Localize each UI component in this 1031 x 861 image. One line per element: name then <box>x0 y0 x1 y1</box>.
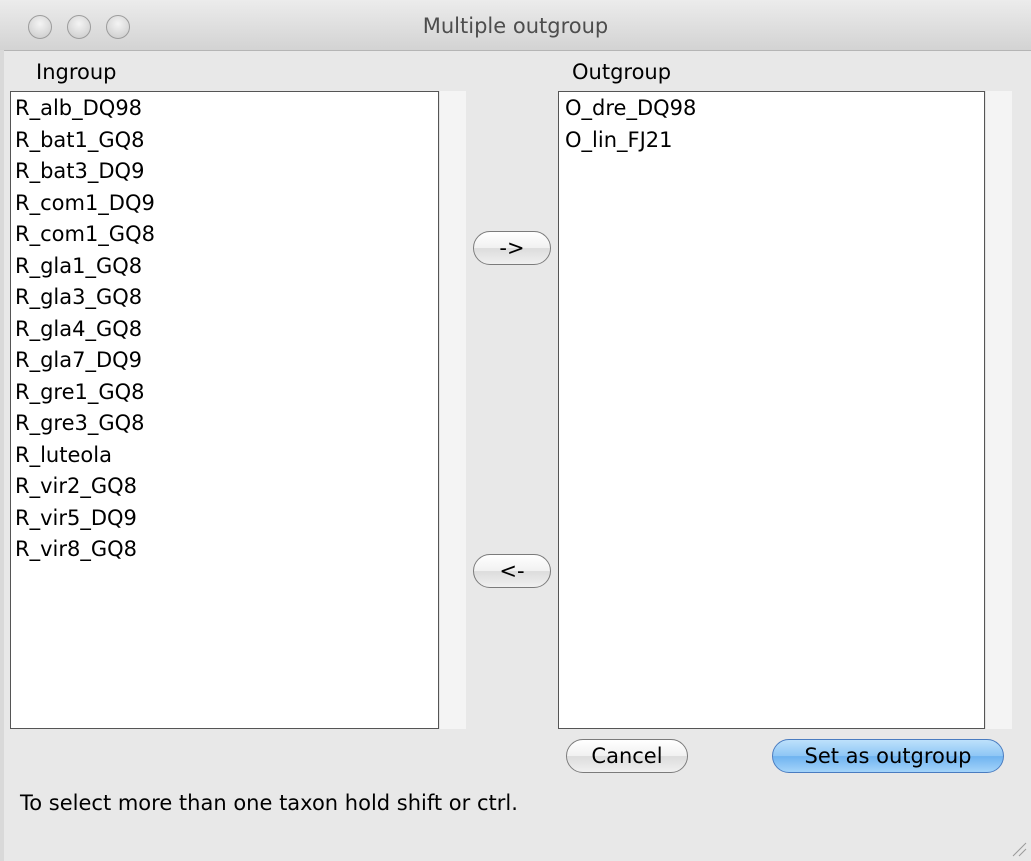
ingroup-list-item[interactable]: R_bat3_DQ9 <box>11 156 438 188</box>
multiple-outgroup-window: Multiple outgroup Ingroup Outgroup R_alb… <box>0 0 1031 861</box>
window-left-edge <box>0 50 4 861</box>
ingroup-list-item[interactable]: R_gre3_GQ8 <box>11 408 438 440</box>
ingroup-heading: Ingroup <box>36 60 117 84</box>
outgroup-list[interactable]: O_dre_DQ98 O_lin_FJ21 <box>558 91 985 729</box>
move-to-ingroup-button[interactable]: <- <box>473 554 551 588</box>
ingroup-list[interactable]: R_alb_DQ98 R_bat1_GQ8 R_bat3_DQ9 R_com1_… <box>10 91 439 729</box>
ingroup-scrollbar[interactable] <box>439 91 466 729</box>
outgroup-scrollbar[interactable] <box>985 91 1012 729</box>
ingroup-list-item[interactable]: R_gla3_GQ8 <box>11 282 438 314</box>
outgroup-heading: Outgroup <box>572 60 672 84</box>
move-to-outgroup-button[interactable]: -> <box>473 231 551 265</box>
outgroup-list-item[interactable]: O_lin_FJ21 <box>561 125 984 157</box>
ingroup-list-item[interactable]: R_vir2_GQ8 <box>11 471 438 503</box>
ingroup-list-item[interactable]: R_gla4_GQ8 <box>11 314 438 346</box>
resize-grip-icon[interactable] <box>1009 839 1027 857</box>
ingroup-list-item[interactable]: R_bat1_GQ8 <box>11 125 438 157</box>
title-bar[interactable]: Multiple outgroup <box>0 0 1031 51</box>
ingroup-list-item[interactable]: R_luteola <box>11 440 438 472</box>
ingroup-list-item[interactable]: R_vir8_GQ8 <box>11 534 438 566</box>
ingroup-list-item[interactable]: R_com1_GQ8 <box>11 219 438 251</box>
ingroup-list-item[interactable]: R_gla7_DQ9 <box>11 345 438 377</box>
ingroup-list-item[interactable]: R_vir5_DQ9 <box>11 503 438 535</box>
ingroup-list-item[interactable]: R_com1_DQ9 <box>11 188 438 220</box>
selection-hint: To select more than one taxon hold shift… <box>20 791 518 815</box>
ingroup-list-item[interactable]: R_alb_DQ98 <box>11 93 438 125</box>
outgroup-list-item[interactable]: O_dre_DQ98 <box>561 93 984 125</box>
set-as-outgroup-button[interactable]: Set as outgroup <box>772 739 1004 773</box>
ingroup-list-item[interactable]: R_gla1_GQ8 <box>11 251 438 283</box>
window-title: Multiple outgroup <box>422 14 609 38</box>
cancel-button[interactable]: Cancel <box>566 739 688 773</box>
ingroup-list-item[interactable]: R_gre1_GQ8 <box>11 377 438 409</box>
